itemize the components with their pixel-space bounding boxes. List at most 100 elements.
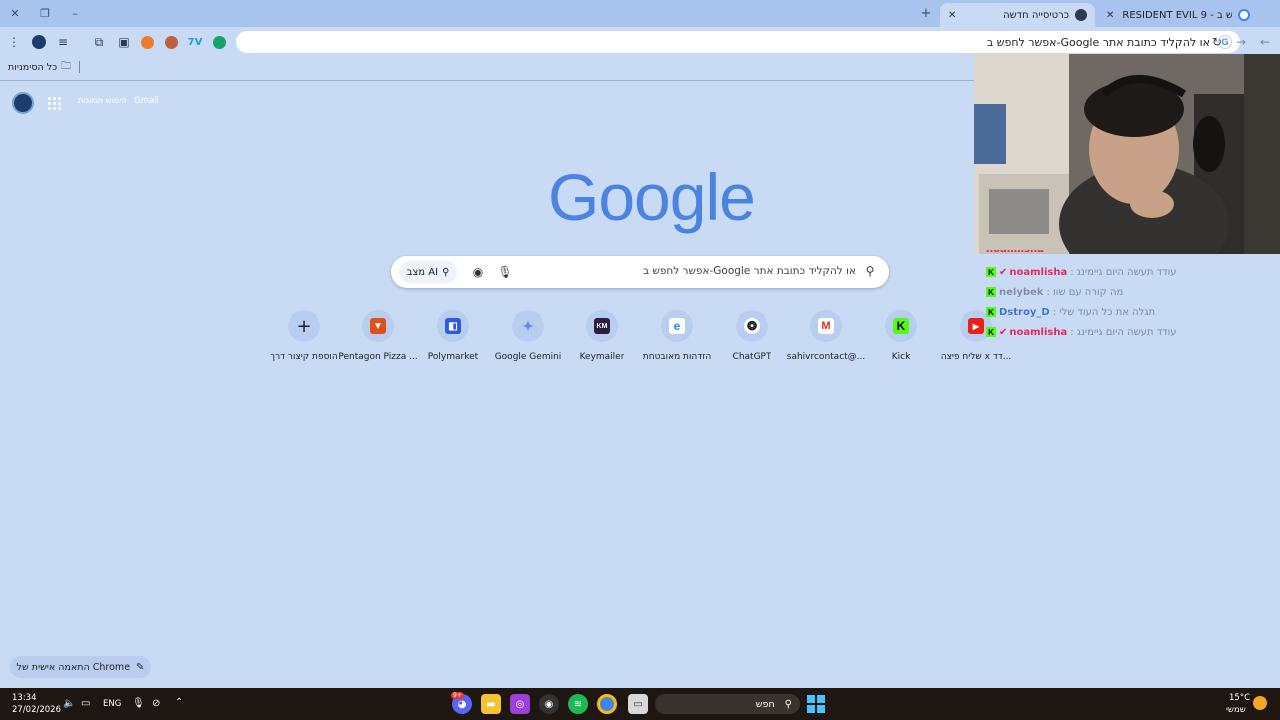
network-icon[interactable]: ▭ [81, 698, 90, 709]
apps-grid-icon[interactable] [46, 95, 62, 111]
clock-date[interactable]: 27/02/2026 [12, 705, 61, 715]
chat-line: K ✔ noamlisha : עודד תעשה היום גיימינג [986, 264, 1177, 280]
folder-icon: 🗀 [61, 60, 72, 72]
shortcut-label: ChatGPT [732, 352, 772, 362]
shortcut-secure-login[interactable]: e הזדהות מאובטחת [637, 310, 717, 370]
weather-desc[interactable]: שמשי [1226, 705, 1246, 715]
all-bookmarks-button[interactable]: כל הסימניות 🗀 [8, 60, 71, 74]
bookmarks-divider [79, 61, 80, 73]
kick-badge-icon: K [986, 327, 996, 337]
webcam-overlay [974, 54, 1280, 254]
pencil-icon: ✎ [136, 661, 145, 673]
weather-temp[interactable]: 15°C [1229, 693, 1250, 703]
gmail-link[interactable]: Gmail [134, 96, 159, 106]
chat-username: nelybek [999, 286, 1044, 298]
search-icon: ⚲ [865, 264, 875, 278]
google-logo: Google [548, 160, 756, 234]
minimize-window-icon[interactable]: – [64, 4, 86, 22]
speaker-icon[interactable]: 🔈 [63, 698, 75, 709]
tab-title: RESIDENT EVIL 9 - חיפוש ב-Google [1122, 9, 1232, 21]
close-tab-icon[interactable]: ✕ [1106, 10, 1114, 21]
edge-icon: e [669, 318, 685, 334]
back-arrow-icon[interactable]: ← [1256, 34, 1274, 50]
chrome-taskbar-icon[interactable] [597, 694, 617, 714]
taskview-icon[interactable]: ▭ [628, 694, 648, 714]
extension-orange-icon[interactable] [138, 34, 156, 50]
shortcut-label: Pentagon Pizza ... [338, 352, 418, 362]
chat-partial-user: noamlisha [986, 250, 1176, 255]
shortcut-add[interactable]: + הוספת קיצור דרך [264, 310, 344, 370]
windows-start-icon[interactable] [806, 694, 826, 714]
shortcut-label: sahivrcontact@... [786, 352, 866, 362]
shortcut-chatgpt[interactable]: ❂ ChatGPT [712, 310, 792, 370]
chrome-tab-icon [1075, 9, 1087, 21]
chat-line: K Dstroy_D : תגלה את כל העוד שלי [986, 304, 1155, 320]
tray-chevron-up-icon[interactable]: ⌃ [175, 697, 183, 708]
media-controls-icon[interactable]: ≡ [54, 34, 72, 50]
chat-username: Dstroy_D [999, 306, 1050, 318]
chat-message: : מה קורה עם שוו [1046, 286, 1124, 298]
language-indicator[interactable]: ENG [103, 699, 121, 709]
pizza-icon: ▼ [370, 318, 386, 334]
ai-search-icon: ⚲ [442, 266, 450, 278]
obs-icon[interactable]: ◉ [539, 694, 559, 714]
chat-message: : תגלה את כל העוד שלי [1052, 306, 1156, 318]
chat-username: noamlisha [1009, 266, 1068, 278]
shortcut-keymailer[interactable]: KM Keymailer [562, 310, 642, 370]
shortcut-pentagon-pizza[interactable]: ▼ Pentagon Pizza ... [338, 310, 418, 370]
keymailer-icon: KM [594, 318, 610, 334]
chat-line: K ✔ noamlisha : עודד תעשה היום גיימינג [986, 324, 1177, 340]
close-tab-icon[interactable]: ✕ [948, 10, 956, 21]
reload-icon[interactable]: ↻ [1208, 34, 1226, 50]
tab-new-tab[interactable]: ✕ כרטיסייה חדשה [940, 3, 1095, 27]
extension-avatar-icon[interactable] [162, 34, 180, 50]
kick-badge-icon: K [986, 287, 996, 297]
tab-search-icon[interactable]: ▣ [115, 34, 133, 50]
ai-mode-button[interactable]: מצב AI ⚲ [399, 261, 457, 283]
all-bookmarks-label: כל הסימניות [8, 61, 58, 73]
extension-tv-icon[interactable]: 7V [186, 34, 204, 50]
mic-tray-icon[interactable]: 🎙 [132, 698, 145, 709]
omnibox[interactable]: אפשר לחפש ב-Google או להקליד כתובת אתר G [236, 31, 1240, 53]
sun-icon[interactable] [1253, 696, 1267, 710]
shortcut-gemini[interactable]: ✦ Google Gemini [488, 310, 568, 370]
account-avatar[interactable] [12, 92, 34, 114]
shortcut-label: Google Gemini [494, 352, 562, 362]
shortcut-gmail[interactable]: M sahivrcontact@... [786, 310, 866, 370]
tab-resident-evil[interactable]: ✕ RESIDENT EVIL 9 - חיפוש ב-Google [1098, 3, 1258, 27]
microphone-icon[interactable]: 🎙 [497, 264, 513, 280]
taskbar-search[interactable]: חפש ⚲ [655, 694, 800, 714]
shortcut-kick[interactable]: K Kick [861, 310, 941, 370]
new-tab-button[interactable]: + [918, 6, 934, 22]
clock-time[interactable]: 13:34 [12, 693, 37, 703]
shortcut-label: Kick [891, 352, 911, 362]
tab-title: כרטיסייה חדשה [1003, 9, 1069, 21]
shortcut-polymarket[interactable]: ◧ Polymarket [413, 310, 493, 370]
customize-chrome-label: התאמה אישית של Chrome [16, 661, 131, 673]
shortcut-label: Polymarket [427, 352, 479, 362]
search-placeholder: אפשר לחפש ב-Google או להקליד כתובת אתר [642, 265, 856, 277]
grammarly-icon[interactable] [210, 34, 228, 50]
lens-camera-icon[interactable]: ◉ [470, 264, 486, 280]
file-explorer-icon[interactable]: ▬ [481, 694, 501, 714]
close-window-icon[interactable]: ✕ [4, 4, 26, 22]
shortcut-label: הוספת קיצור דרך [270, 352, 338, 362]
forward-arrow-icon[interactable]: → [1232, 34, 1250, 50]
chat-message: : עודד תעשה היום גיימינג [1070, 326, 1177, 338]
spotify-icon[interactable]: ≋ [568, 694, 588, 714]
chat-partial-line: noamlisha [986, 250, 1176, 256]
ai-mode-label: מצב AI [406, 266, 439, 278]
omnibox-placeholder: אפשר לחפש ב-Google או להקליד כתובת אתר [986, 35, 1210, 49]
mute-notifications-icon[interactable]: ⊘ [152, 698, 160, 709]
menu-kebab-icon[interactable]: ⋮ [5, 34, 23, 50]
check-badge-icon: ✔ [999, 266, 1008, 278]
maximize-window-icon[interactable]: ❐ [34, 4, 56, 22]
notification-badge: 9+ [451, 692, 464, 699]
check-badge-icon: ✔ [999, 326, 1008, 338]
app-purple-icon[interactable]: ◎ [510, 694, 530, 714]
extensions-icon[interactable]: ⧉ [90, 34, 108, 50]
profile-avatar-icon[interactable] [30, 34, 48, 50]
customize-chrome-button[interactable]: התאמה אישית של Chrome ✎ [10, 656, 151, 678]
image-search-link[interactable]: חיפוש תמונות [78, 96, 127, 106]
polymarket-icon: ◧ [445, 318, 461, 334]
